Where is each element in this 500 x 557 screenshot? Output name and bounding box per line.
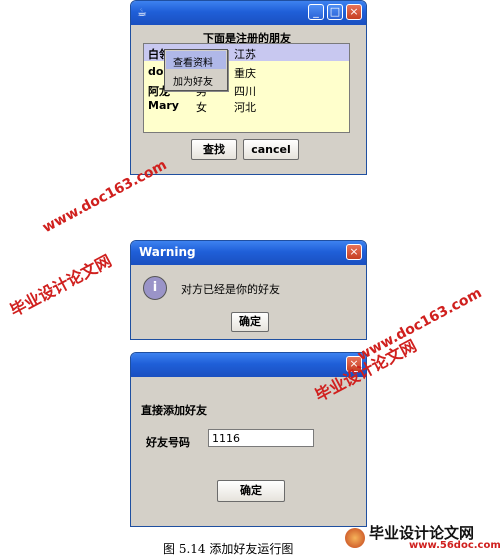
minimize-button[interactable]: _ [308, 4, 324, 20]
logo-url: www.56doc.com [409, 540, 500, 551]
friends-window: ☕ _ □ × 下面是注册的朋友 白领 江苏 dou 重庆 阿龙 男 四川 Ma… [130, 0, 367, 175]
warning-dialog: Warning × i 对方已经是你的好友 确定 [130, 240, 367, 340]
friend-number-label: 好友号码 [146, 436, 190, 449]
friend-region: 四川 [234, 85, 256, 98]
add-friend-heading: 直接添加好友 [141, 404, 207, 417]
friend-region: 河北 [234, 101, 256, 114]
menu-item-label: 查看资料 [173, 58, 213, 69]
menu-item-label: 加为好友 [173, 77, 213, 88]
menu-item-add-friend[interactable]: 加为好友 [166, 70, 226, 88]
table-row[interactable]: Mary 女 河北 [144, 99, 349, 116]
friends-window-titlebar[interactable]: ☕ _ □ × [131, 1, 366, 25]
ok-button[interactable]: 确定 [217, 480, 285, 502]
watermark-site-name: 毕业设计论文网 [6, 250, 115, 321]
friend-region: 重庆 [234, 67, 256, 80]
cancel-button[interactable]: cancel [243, 139, 299, 160]
close-button[interactable]: × [346, 4, 362, 20]
warning-message: 对方已经是你的好友 [181, 283, 280, 296]
friends-list[interactable]: 白领 江苏 dou 重庆 阿龙 男 四川 Mary 女 河北 查看资料 加为好友 [143, 43, 350, 133]
figure-caption: 图 5.14 添加好友运行图 [163, 542, 294, 556]
watermark-url: www.doc163.com [40, 157, 170, 237]
close-button[interactable]: × [346, 244, 362, 260]
menu-item-view-profile[interactable]: 查看资料 [166, 51, 226, 69]
warning-title: Warning [139, 245, 196, 259]
friend-region: 江苏 [234, 48, 256, 61]
logo-globe-icon [345, 528, 365, 548]
warning-titlebar[interactable]: Warning × [131, 241, 366, 265]
maximize-button[interactable]: □ [327, 4, 343, 20]
friend-number-input[interactable] [208, 429, 314, 447]
ok-button[interactable]: 确定 [231, 312, 269, 332]
java-cup-icon: ☕ [137, 6, 147, 19]
friend-name: Mary [148, 99, 179, 112]
info-icon: i [143, 276, 167, 300]
site-logo: 毕业设计论文网 www.56doc.com [345, 522, 500, 552]
context-menu: 查看资料 加为好友 [164, 49, 228, 91]
friend-gender: 女 [196, 101, 207, 114]
search-button[interactable]: 查找 [191, 139, 237, 160]
